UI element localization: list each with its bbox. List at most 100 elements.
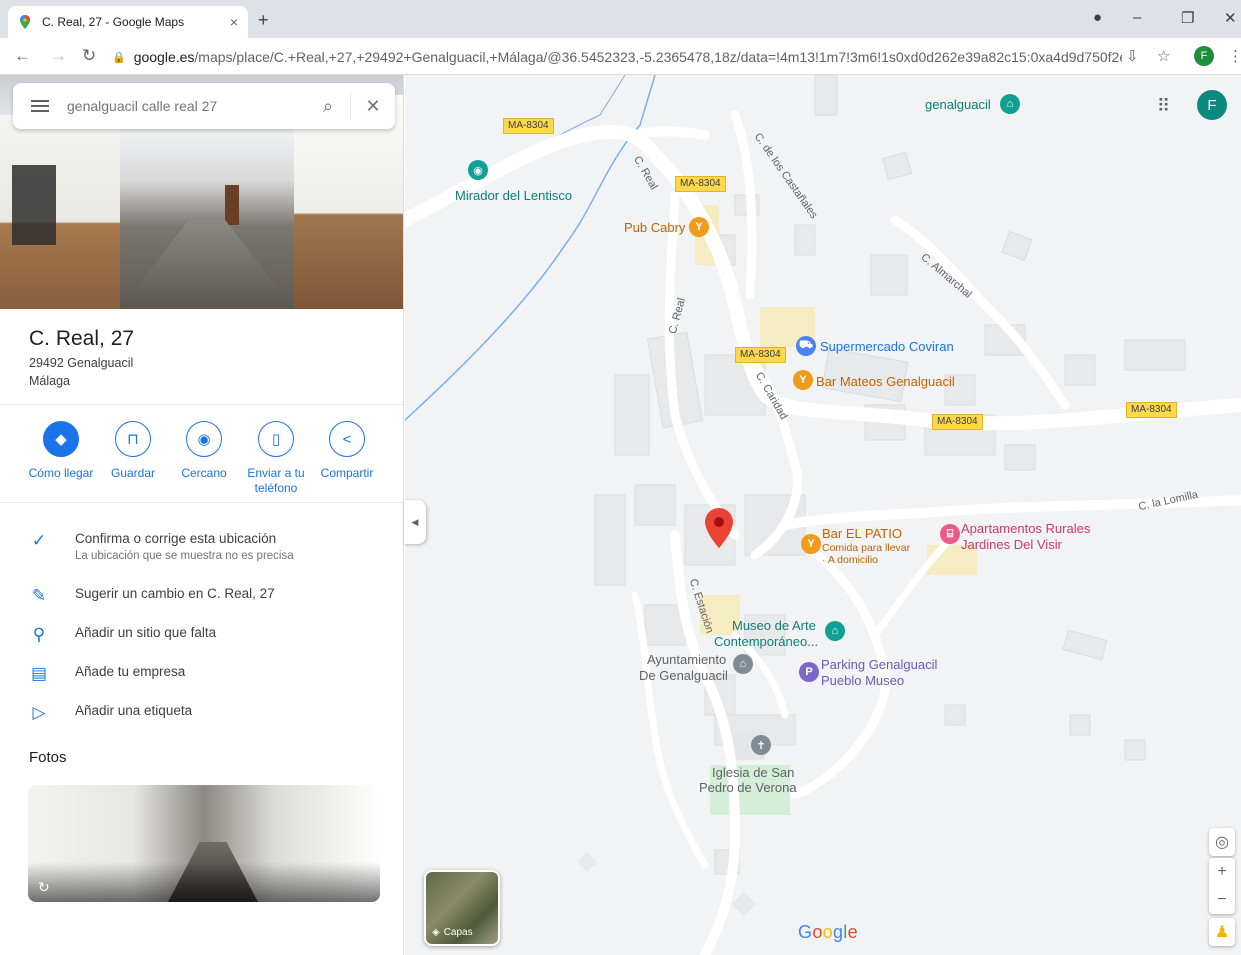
action-label: Enviar a tu teléfono	[247, 466, 305, 495]
tab-title: C. Real, 27 - Google Maps	[42, 15, 185, 29]
search-input[interactable]	[67, 98, 306, 114]
nearby-icon: ◉	[186, 421, 222, 457]
my-location-button[interactable]: ◎	[1209, 828, 1235, 856]
url-field[interactable]: 🔒 google.es /maps/place/C.+Real,+27,+294…	[112, 43, 1122, 71]
museum-icon[interactable]: ⌂	[825, 621, 845, 641]
list-item-add-business[interactable]: ▤ Añade tu empresa	[0, 662, 403, 698]
google-apps-grid-icon[interactable]: ⠿	[1157, 96, 1170, 117]
poi-apartamentos-label: Jardines Del Visir	[961, 537, 1062, 552]
poi-supermercado-label[interactable]: Supermercado Coviran	[820, 339, 954, 354]
list-item-label: Añadir un sitio que falta	[75, 625, 217, 640]
bar-icon[interactable]: Y	[689, 217, 709, 237]
divider	[0, 404, 403, 405]
parking-icon[interactable]: P	[799, 662, 819, 682]
pegman-icon: ♟	[1214, 924, 1230, 941]
place-address-line: Málaga	[29, 374, 70, 388]
list-item-label: Añadir una etiqueta	[75, 703, 193, 718]
street-view-pegman-button[interactable]: ♟	[1209, 918, 1235, 946]
map-roads-layer	[405, 75, 1241, 955]
photo-door	[225, 185, 239, 225]
photos-heading: Fotos	[29, 749, 67, 766]
layers-toggle[interactable]: ◈ Capas	[424, 870, 500, 946]
my-location-icon: ◎	[1215, 834, 1229, 851]
poi-museo-label[interactable]: Museo de Arte	[732, 618, 816, 633]
nearby-button[interactable]: ◉ Cercano	[167, 421, 241, 481]
confirm-location-icon: ✓	[31, 531, 47, 550]
photo-window	[12, 165, 56, 245]
government-building-icon[interactable]: ⌂	[733, 654, 753, 674]
road-tag-ma8304: MA-8304	[735, 347, 786, 363]
poi-genalguacil-label[interactable]: genalguacil	[925, 97, 991, 112]
selected-location-marker-icon[interactable]	[705, 508, 733, 548]
browser-tab[interactable]: C. Real, 27 - Google Maps ×	[8, 6, 248, 38]
map-canvas[interactable]: MA-8304 MA-8304 MA-8304 MA-8304 MA-8304 …	[405, 75, 1241, 955]
list-item-confirm-location[interactable]: ✓ Confirma o corrige esta ubicación La u…	[0, 529, 403, 569]
poi-bar-mateos-label[interactable]: Bar Mateos Genalguacil	[816, 374, 955, 389]
photo-shade	[28, 862, 380, 902]
list-item-add-place[interactable]: ⚲ Añadir un sitio que falta	[0, 623, 403, 659]
road-tag-ma8304: MA-8304	[1126, 402, 1177, 418]
lodging-bed-icon[interactable]: ⌸	[940, 524, 960, 544]
share-icon: <	[329, 421, 365, 457]
poi-pub-cabry-label[interactable]: Pub Cabry	[624, 220, 685, 235]
poi-iglesia-label[interactable]: Iglesia de San	[712, 765, 794, 780]
directions-icon: ◆	[43, 421, 79, 457]
browser-menu-icon[interactable]: ⋮	[1228, 47, 1241, 65]
send-to-phone-button[interactable]: ▯ Enviar a tu teléfono	[239, 421, 313, 496]
account-avatar[interactable]: F	[1197, 90, 1227, 120]
close-icon[interactable]: ✕	[351, 96, 395, 117]
search-icon[interactable]: ⌕	[306, 96, 350, 117]
poi-mirador-label[interactable]: Mirador del Lentisco	[455, 188, 572, 203]
action-label: Guardar	[110, 466, 156, 480]
poi-bar-patio-sub: · A domicilio	[822, 554, 879, 566]
pencil-icon: ✎	[31, 586, 47, 605]
browser-profile-avatar[interactable]: F	[1194, 46, 1214, 66]
minimize-button[interactable]: –	[1133, 9, 1141, 26]
label-icon: ▷	[32, 703, 46, 722]
collapse-panel-button[interactable]: ◀	[404, 500, 426, 544]
save-button[interactable]: ⊓ Guardar	[96, 421, 170, 481]
action-label: Cercano	[181, 466, 227, 480]
list-item-label: Añade tu empresa	[75, 664, 186, 679]
restore-button[interactable]: ❐	[1181, 9, 1194, 27]
place-title: C. Real, 27	[29, 327, 135, 350]
street-view-photo[interactable]: ↻	[28, 785, 380, 902]
google-maps-favicon-icon	[20, 15, 30, 29]
layers-icon: ◈	[432, 927, 440, 938]
list-item-sublabel: La ubicación que se muestra no es precis…	[75, 550, 294, 562]
back-arrow-icon[interactable]: ←	[14, 46, 31, 66]
photo-street	[120, 219, 294, 309]
street-view-360-icon: ↻	[38, 879, 50, 895]
bar-icon[interactable]: Y	[793, 370, 813, 390]
media-control-icon[interactable]: ●	[1093, 9, 1102, 26]
close-window-button[interactable]: ✕	[1224, 9, 1237, 27]
poi-ayuntamiento-label: De Genalguacil	[639, 668, 728, 683]
town-hall-icon[interactable]: ⌂	[1000, 94, 1020, 114]
viewpoint-icon[interactable]: ◉	[468, 160, 488, 180]
bookmark-star-icon[interactable]: ☆	[1157, 47, 1170, 65]
share-button[interactable]: < Compartir	[310, 421, 384, 481]
bar-icon[interactable]: Y	[801, 534, 821, 554]
list-item-label: Confirma o corrige esta ubicación	[75, 531, 277, 546]
grocery-cart-icon[interactable]: ⛟	[796, 336, 816, 356]
forward-arrow-icon[interactable]: →	[50, 46, 67, 66]
poi-bar-patio-sub: Comida para llevar	[822, 542, 911, 554]
tab-close-icon[interactable]: ×	[230, 14, 238, 30]
reload-icon[interactable]: ↻	[82, 46, 96, 66]
list-item-add-label[interactable]: ▷ Añadir una etiqueta	[0, 701, 403, 737]
install-app-icon[interactable]: ⇩	[1126, 47, 1139, 65]
poi-museo-label: Contemporáneo...	[714, 634, 819, 649]
poi-apartamentos-label[interactable]: Apartamentos Rurales	[961, 521, 1090, 536]
hamburger-menu-icon[interactable]	[13, 97, 67, 115]
add-place-icon: ⚲	[32, 625, 46, 644]
new-tab-button[interactable]: +	[258, 10, 269, 31]
zoom-in-button[interactable]: +	[1217, 858, 1226, 886]
road-tag-ma8304: MA-8304	[932, 414, 983, 430]
church-cross-icon[interactable]: ✝	[751, 735, 771, 755]
zoom-out-button[interactable]: −	[1217, 886, 1226, 914]
poi-bar-patio-label[interactable]: Bar EL PATIO	[822, 526, 902, 541]
poi-parking-label[interactable]: Parking Genalguacil	[821, 657, 937, 672]
directions-button[interactable]: ◆ Cómo llegar	[24, 421, 98, 481]
list-item-suggest-edit[interactable]: ✎ Sugerir un cambio en C. Real, 27	[0, 584, 403, 620]
poi-ayuntamiento-label[interactable]: Ayuntamiento	[647, 652, 726, 667]
